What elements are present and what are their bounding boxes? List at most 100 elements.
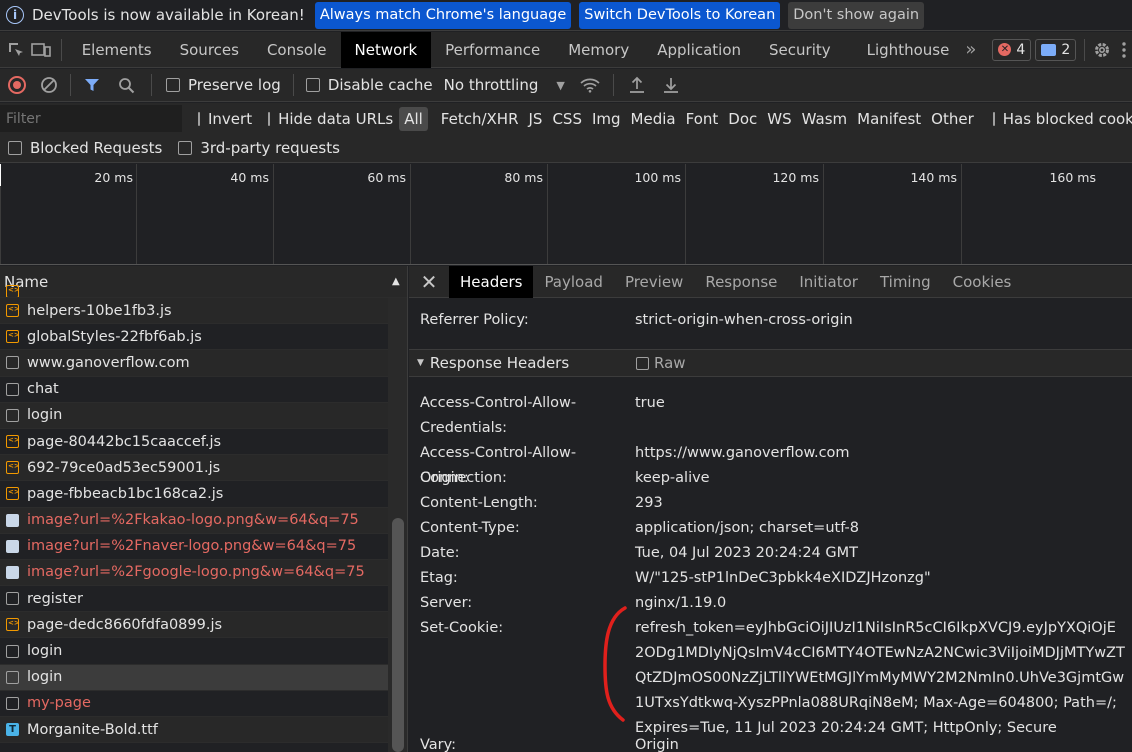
filter-type-font[interactable]: Font [681, 110, 724, 128]
search-icon[interactable] [115, 74, 137, 96]
raw-checkbox[interactable] [636, 356, 649, 370]
table-row[interactable]: 692-79ce0ad53ec59001.js [0, 455, 407, 482]
tab-headers[interactable]: Headers [449, 266, 534, 298]
tab-memory[interactable]: Memory [554, 32, 643, 68]
script-file-icon [6, 435, 20, 449]
tab-application[interactable]: Application [643, 32, 755, 68]
tab-cookies[interactable]: Cookies [942, 266, 1023, 298]
tab-network[interactable]: Network [340, 31, 432, 68]
header-value: strict-origin-when-cross-origin [635, 312, 853, 328]
table-row[interactable] [0, 285, 407, 298]
timeline-tick: 20 ms [0, 164, 137, 264]
preserve-log-checkbox[interactable] [166, 78, 180, 92]
filter-input[interactable] [0, 105, 182, 132]
throttling-select[interactable]: No throttling [444, 76, 539, 94]
filter-type-img[interactable]: Img [587, 110, 626, 128]
filter-type-fetch-xhr[interactable]: Fetch/XHR [436, 110, 524, 128]
invert-checkbox[interactable] [198, 111, 200, 126]
header-key: Connection: [420, 470, 507, 486]
table-row[interactable]: login [0, 664, 407, 691]
request-name: chat [27, 381, 59, 398]
chevron-down-icon[interactable]: ▼ [556, 79, 564, 92]
disable-cache-checkbox[interactable] [305, 78, 320, 92]
table-row[interactable]: chat [0, 377, 407, 403]
switch-to-korean-button[interactable]: Switch DevTools to Korean [579, 1, 781, 29]
table-row[interactable]: login [0, 402, 407, 429]
record-stop-icon[interactable] [8, 76, 26, 94]
filter-type-css[interactable]: CSS [547, 110, 587, 128]
settings-gear-icon[interactable] [1093, 39, 1111, 61]
table-row[interactable]: page-80442bc15caaccef.js [0, 429, 407, 456]
timeline-tick: 120 ms [685, 164, 823, 264]
filter-type-js[interactable]: JS [524, 110, 548, 128]
tab-elements[interactable]: Elements [68, 32, 166, 68]
table-row[interactable]: page-dedc8660fdfa0899.js [0, 612, 407, 639]
request-name: 692-79ce0ad53ec59001.js [27, 459, 221, 476]
has-blocked-cookies-checkbox[interactable] [992, 111, 995, 126]
response-headers-section-header[interactable]: ▼ Response Headers Raw [409, 349, 1132, 377]
clear-log-icon[interactable] [38, 74, 60, 96]
script-file-icon [6, 487, 20, 501]
table-row[interactable]: image?url=%2Fnaver-logo.png&w=64&q=75 [0, 534, 407, 560]
table-row[interactable]: image?url=%2Fgoogle-logo.png&w=64&q=75 [0, 559, 407, 587]
tab-security[interactable]: Security [755, 32, 845, 68]
document-file-icon [6, 696, 19, 710]
tick-label: 140 ms [910, 170, 957, 185]
network-conditions-wifi-icon[interactable] [579, 74, 601, 96]
blocked-requests-checkbox[interactable] [8, 141, 22, 155]
request-name: login [27, 669, 63, 686]
header-key: Vary: [420, 737, 457, 752]
header-key: Date: [420, 545, 460, 561]
table-row[interactable]: register [0, 586, 407, 613]
request-list-scrollbar[interactable] [388, 298, 407, 752]
error-count-badge[interactable]: ✕ 4 [992, 38, 1032, 61]
table-row[interactable]: image?url=%2Fkakao-logo.png&w=64&q=75 [0, 507, 407, 534]
tab-preview[interactable]: Preview [614, 266, 694, 298]
invert-label: Invert [208, 109, 253, 128]
more-tabs-chevron-icon[interactable]: » [963, 39, 978, 61]
filter-type-media[interactable]: Media [626, 110, 681, 128]
dont-show-again-button[interactable]: Don't show again [788, 1, 925, 29]
timeline-overview[interactable]: 20 ms 40 ms 60 ms 80 ms 100 ms 120 ms 14… [0, 164, 1132, 265]
table-row[interactable]: globalStyles-22fbf6ab.js [0, 324, 407, 351]
divider [612, 74, 614, 96]
table-row[interactable]: helpers-10be1fb3.js [0, 298, 407, 325]
tick-label: 80 ms [504, 170, 543, 185]
filter-type-manifest[interactable]: Manifest [852, 110, 926, 128]
header-value: Origin [635, 737, 679, 752]
tab-response[interactable]: Response [694, 266, 788, 298]
device-toolbar-icon[interactable] [31, 39, 51, 61]
import-har-upload-icon[interactable] [626, 74, 648, 96]
table-row[interactable]: login [0, 638, 407, 665]
message-count-badge[interactable]: 2 [1035, 38, 1077, 61]
request-rows: helpers-10be1fb3.js globalStyles-22fbf6ab… [0, 285, 407, 744]
tab-payload[interactable]: Payload [533, 266, 614, 298]
filter-type-doc[interactable]: Doc [723, 110, 762, 128]
filter-bar: Invert Hide data URLs All Fetch/XHR JS C… [0, 103, 1132, 134]
table-row[interactable]: T Morganite-Bold.ttf [0, 717, 407, 744]
filter-type-wasm[interactable]: Wasm [797, 110, 853, 128]
tick-label: 20 ms [94, 170, 133, 185]
always-match-language-button[interactable]: Always match Chrome's language [314, 1, 572, 29]
filter-type-other[interactable]: Other [926, 110, 979, 128]
table-row[interactable]: page-fbbeacb1bc168ca2.js [0, 481, 407, 508]
table-row[interactable]: www.ganoverflow.com [0, 350, 407, 377]
table-row[interactable]: my-page [0, 691, 407, 717]
export-har-download-icon[interactable] [660, 74, 682, 96]
third-party-requests-checkbox[interactable] [178, 141, 193, 155]
hide-data-urls-checkbox[interactable] [268, 111, 271, 126]
tab-sources[interactable]: Sources [166, 32, 253, 68]
filter-type-ws[interactable]: WS [762, 110, 796, 128]
tab-console[interactable]: Console [253, 32, 341, 68]
tab-lighthouse[interactable]: Lighthouse [845, 32, 964, 68]
more-options-kebab-icon[interactable] [1117, 39, 1132, 61]
filter-type-all[interactable]: All [399, 106, 428, 131]
script-file-icon [6, 330, 20, 344]
close-icon[interactable]: ✕ [409, 270, 449, 294]
tab-initiator[interactable]: Initiator [788, 266, 869, 298]
scrollbar-thumb[interactable] [392, 518, 404, 752]
inspect-element-icon[interactable] [7, 39, 25, 61]
filter-funnel-icon[interactable] [81, 74, 103, 96]
tab-timing[interactable]: Timing [869, 266, 942, 298]
tab-performance[interactable]: Performance [431, 32, 554, 68]
